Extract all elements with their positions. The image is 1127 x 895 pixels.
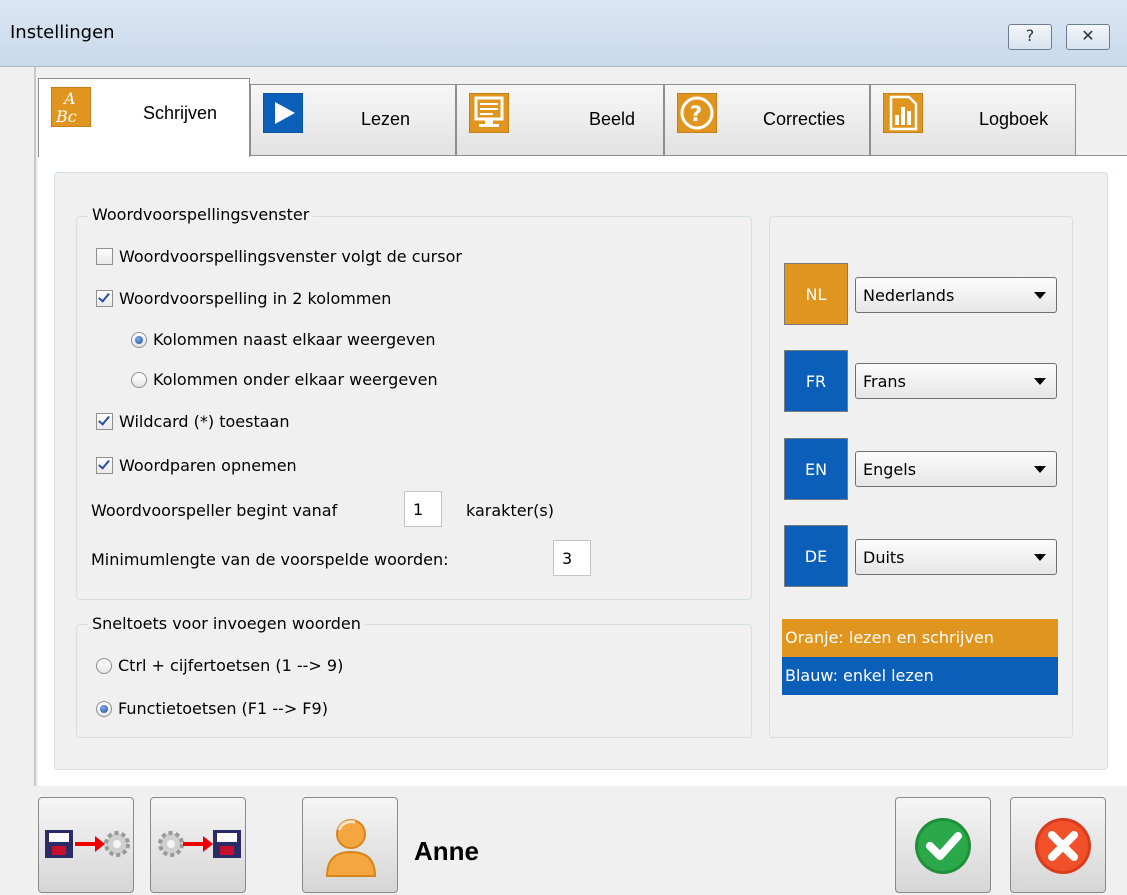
tab-lezen[interactable]: Lezen	[250, 84, 456, 155]
svg-text:A: A	[62, 89, 76, 108]
svg-text:Bc: Bc	[55, 107, 77, 126]
ok-check-icon	[915, 818, 971, 874]
word-pairs-checkbox[interactable]: Woordparen opnemen	[96, 456, 297, 475]
radio-dot[interactable]	[96, 700, 112, 717]
prediction-fieldset	[76, 216, 752, 600]
ctrl-shortcut-radio[interactable]: Ctrl + cijfertoetsen (1 --> 9)	[96, 656, 343, 675]
abc-icon: A Bc	[51, 87, 91, 127]
word-pairs-label: Woordparen opnemen	[119, 456, 297, 475]
checkbox-box[interactable]	[96, 457, 113, 474]
lang-fr-value: Frans	[863, 372, 906, 391]
chevron-down-icon	[1034, 378, 1046, 385]
start-from-label: Woordvoorspeller begint vanaf	[91, 501, 337, 520]
lang-en-value: Engels	[863, 460, 917, 479]
columns-below-label: Kolommen onder elkaar weergeven	[153, 370, 438, 389]
shortcut-legend: Sneltoets voor invoegen woorden	[88, 614, 365, 633]
tab-label: Schrijven	[143, 103, 218, 123]
wildcard-label: Wildcard (*) toestaan	[119, 412, 290, 431]
help-icon: ?	[1025, 26, 1035, 45]
prediction-legend: Woordvoorspellingsvenster	[88, 205, 314, 224]
window-frame	[34, 66, 36, 786]
lang-nl-value: Nederlands	[863, 286, 955, 305]
columns-side-label: Kolommen naast elkaar weergeven	[153, 330, 436, 349]
follow-cursor-checkbox[interactable]: Woordvoorspellingsvenster volgt de curso…	[96, 247, 462, 266]
tab-label: Logboek	[979, 109, 1049, 129]
start-from-unit: karakter(s)	[466, 501, 554, 520]
close-button[interactable]: ✕	[1066, 24, 1110, 50]
lang-en-select[interactable]: Engels	[855, 451, 1057, 487]
fkey-shortcut-radio[interactable]: Functietoetsen (F1 --> F9)	[96, 699, 328, 718]
tab-logboek[interactable]: Logboek	[870, 84, 1076, 155]
tab-label: Correcties	[763, 109, 846, 129]
help-button[interactable]: ?	[1008, 24, 1052, 50]
save-to-settings-icon	[45, 830, 130, 858]
lang-de-badge[interactable]: DE	[784, 525, 848, 587]
lang-fr-select[interactable]: Frans	[855, 363, 1057, 399]
lang-nl-select[interactable]: Nederlands	[855, 277, 1057, 313]
settings-to-save-icon	[158, 830, 241, 858]
two-columns-checkbox[interactable]: Woordvoorspelling in 2 kolommen	[96, 289, 391, 308]
play-icon	[263, 93, 303, 133]
shortcut-fieldset	[76, 624, 752, 738]
start-from-input[interactable]: 1	[404, 491, 442, 527]
import-settings-button[interactable]	[150, 797, 246, 893]
chevron-down-icon	[1034, 554, 1046, 561]
checkbox-box[interactable]	[96, 290, 113, 307]
min-length-text: Minimumlengte van de voorspelde woorden:	[91, 550, 449, 569]
wildcard-checkbox[interactable]: Wildcard (*) toestaan	[96, 412, 290, 431]
columns-side-radio[interactable]: Kolommen naast elkaar weergeven	[131, 330, 435, 349]
title-bar: Instellingen ? ✕	[0, 0, 1127, 67]
fkey-shortcut-label: Functietoetsen (F1 --> F9)	[118, 699, 328, 718]
chevron-down-icon	[1034, 466, 1046, 473]
question-icon: ?	[677, 93, 717, 133]
user-name: Anne	[414, 836, 479, 866]
lang-nl-badge[interactable]: NL	[784, 263, 848, 325]
tab-label: Beeld	[589, 109, 636, 129]
export-settings-button[interactable]	[38, 797, 134, 893]
user-button[interactable]	[302, 797, 398, 893]
min-length-label: Minimumlengte van de voorspelde woorden:	[91, 550, 449, 569]
close-icon: ✕	[1081, 26, 1095, 45]
columns-below-radio[interactable]: Kolommen onder elkaar weergeven	[131, 370, 438, 389]
blue-legend: Blauw: enkel lezen	[782, 657, 1058, 695]
tab-beeld[interactable]: Beeld	[456, 84, 664, 155]
min-length-input[interactable]: 3	[553, 540, 591, 576]
radio-dot[interactable]	[131, 371, 147, 388]
radio-dot[interactable]	[96, 657, 112, 674]
cancel-button[interactable]	[1010, 797, 1106, 893]
ctrl-shortcut-label: Ctrl + cijfertoetsen (1 --> 9)	[118, 656, 344, 675]
lang-fr-badge[interactable]: FR	[784, 350, 848, 412]
tab-schrijven[interactable]: A Bc Schrijven	[38, 78, 250, 157]
follow-cursor-label: Woordvoorspellingsvenster volgt de curso…	[119, 247, 462, 266]
lang-en-badge[interactable]: EN	[784, 438, 848, 500]
start-from-unit-text: karakter(s)	[466, 501, 554, 520]
chevron-down-icon	[1034, 292, 1046, 299]
two-columns-label: Woordvoorspelling in 2 kolommen	[119, 289, 392, 308]
checkbox-box[interactable]	[96, 413, 113, 430]
svg-text:?: ?	[690, 102, 702, 126]
cancel-x-icon	[1035, 818, 1091, 874]
monitor-icon	[469, 93, 509, 133]
user-icon	[325, 819, 377, 877]
window-title: Instellingen	[10, 22, 115, 43]
start-from-text: Woordvoorspeller begint vanaf	[91, 501, 338, 520]
lang-de-select[interactable]: Duits	[855, 539, 1057, 575]
orange-legend: Oranje: lezen en schrijven	[782, 619, 1058, 657]
report-icon	[883, 93, 923, 133]
lang-de-value: Duits	[863, 548, 905, 567]
tab-correcties[interactable]: ? Correcties	[664, 84, 870, 155]
tab-label: Lezen	[361, 109, 411, 129]
radio-dot[interactable]	[131, 331, 147, 348]
ok-button[interactable]	[895, 797, 991, 893]
checkbox-box[interactable]	[96, 248, 113, 265]
